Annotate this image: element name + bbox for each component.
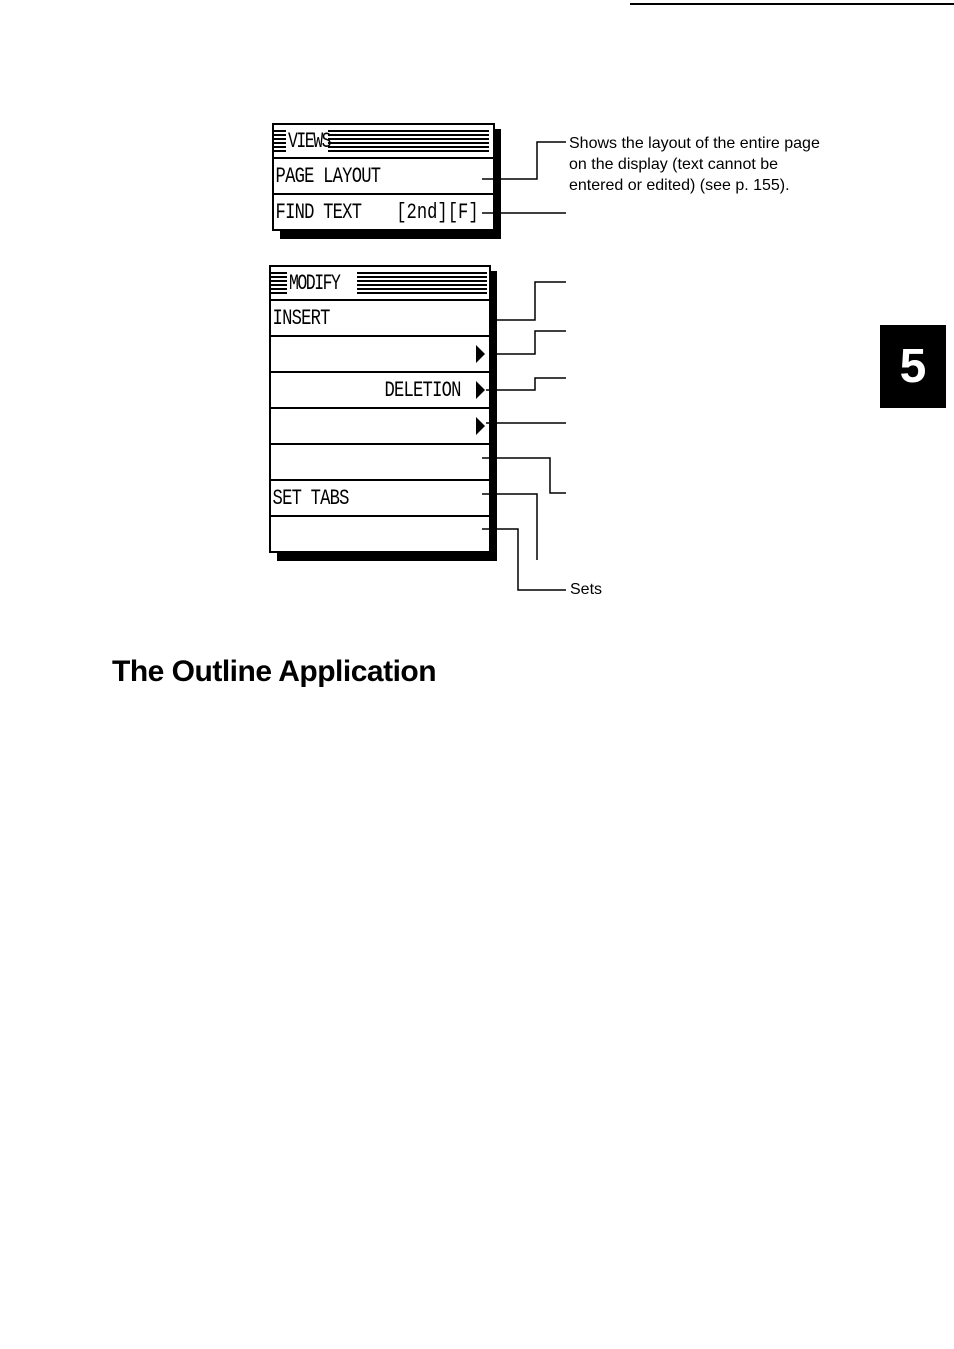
callout-line-text: on the display (text cannot be [569,156,779,173]
callout-line-blank-4 [482,457,566,494]
callout-page-layout: Shows the layout of the entire page on t… [569,133,820,196]
section-heading: The Outline Application [112,655,437,688]
callout-line-set-tabs [482,493,538,560]
chapter-tab: 5 [880,325,946,408]
callout-line-deletion [486,377,566,391]
callout-sets: Sets [570,581,603,598]
callout-line-text: entered or edited) (see p. 155). [569,177,790,194]
callout-line-text: Shows the layout of the entire page [569,135,820,152]
callout-line-insert [496,281,566,321]
callout-lines [482,141,566,591]
callout-line-blank-6 [482,528,566,591]
callout-line-page-layout [482,141,566,180]
callout-line-submenu-1 [496,330,566,355]
